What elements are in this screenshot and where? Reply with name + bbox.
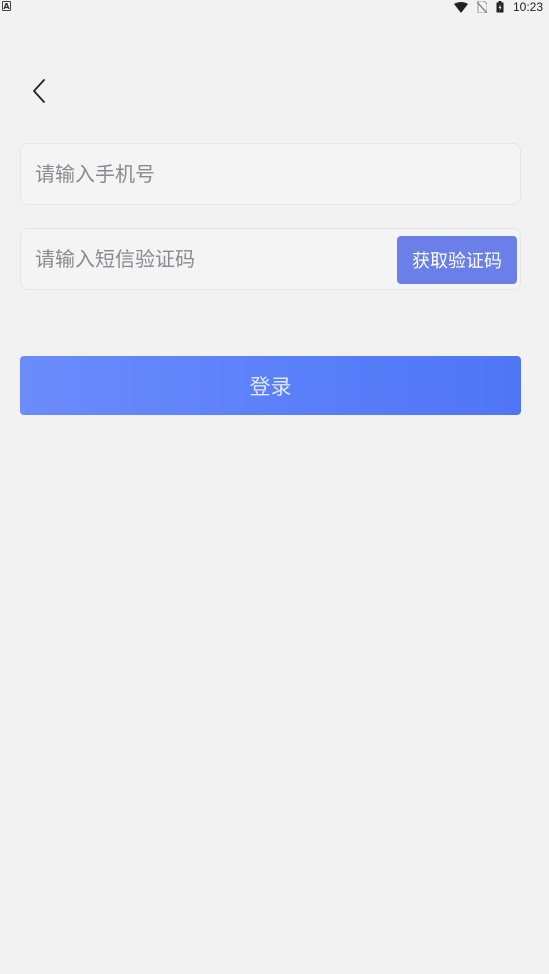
app-notification-icon: A	[2, 1, 11, 11]
no-sim-icon	[476, 0, 488, 17]
phone-input[interactable]	[35, 144, 505, 204]
login-button[interactable]: 登录	[20, 356, 521, 415]
wifi-icon	[453, 0, 468, 17]
battery-charging-icon	[496, 0, 504, 17]
get-code-button[interactable]: 获取验证码	[397, 236, 517, 284]
sms-code-input[interactable]	[35, 229, 395, 289]
phone-field	[20, 143, 521, 205]
status-icons: 10:23	[453, 0, 543, 17]
status-time: 10:23	[512, 0, 543, 14]
sms-code-field: 获取验证码	[20, 228, 521, 290]
chevron-left-icon	[31, 78, 47, 108]
status-bar: A 10:23	[0, 0, 549, 14]
back-button[interactable]	[22, 74, 56, 112]
